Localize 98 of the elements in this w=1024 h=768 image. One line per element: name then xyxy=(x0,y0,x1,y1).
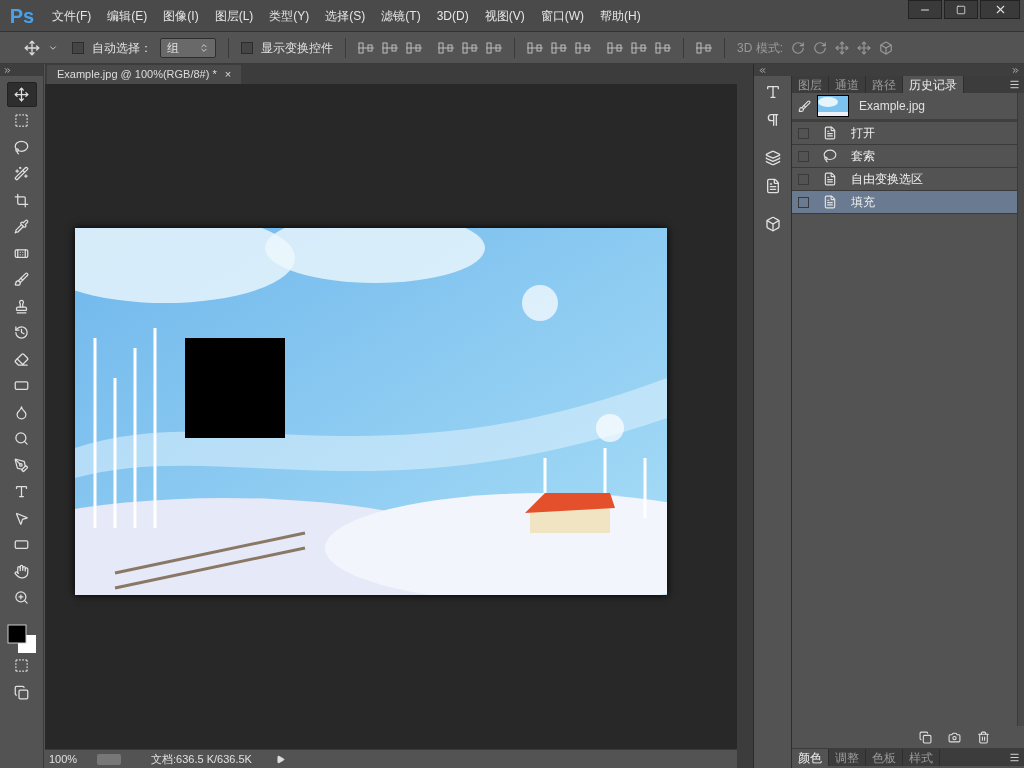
expand-icon[interactable] xyxy=(3,65,12,75)
document-icon xyxy=(823,172,837,186)
character-icon[interactable] xyxy=(764,84,781,100)
notes-icon[interactable] xyxy=(764,178,781,194)
drag-icon[interactable] xyxy=(835,40,849,55)
menu-item[interactable]: 图层(L) xyxy=(206,6,262,25)
eraser-icon xyxy=(14,351,29,367)
history-label: 套索 xyxy=(851,148,875,165)
menu-item[interactable]: 3D(D) xyxy=(428,6,477,25)
zoom-icon xyxy=(14,590,29,606)
checkbox[interactable] xyxy=(798,173,809,185)
menu-arrow-icon[interactable] xyxy=(275,754,285,764)
target-dropdown[interactable]: 组 xyxy=(160,37,216,58)
align-icon[interactable] xyxy=(382,40,398,55)
move-icon[interactable] xyxy=(24,39,40,56)
panel-tab[interactable]: 调整 xyxy=(829,749,866,766)
document-title: Example.jpg @ 100%(RGB/8#) * xyxy=(57,67,217,83)
stamp-icon xyxy=(14,298,29,314)
panel-menu-icon[interactable] xyxy=(1009,752,1020,763)
app-logo: Ps xyxy=(8,3,36,29)
maximize-icon xyxy=(956,4,966,15)
panel-tab[interactable]: 样式 xyxy=(903,749,940,766)
checkbox[interactable] xyxy=(798,150,809,162)
eyedropper-icon xyxy=(14,219,29,235)
show-transform-label: 显示变换控件 xyxy=(261,39,333,57)
rotate-icon[interactable] xyxy=(791,40,805,55)
roll-icon[interactable] xyxy=(813,40,827,55)
history-brush-icon[interactable] xyxy=(798,99,811,113)
history-entry[interactable]: 打开 xyxy=(792,122,1017,145)
trash-icon[interactable] xyxy=(977,730,990,744)
expand-icon[interactable] xyxy=(1011,65,1020,75)
history-entry[interactable]: 填充 xyxy=(792,191,1017,214)
document-size: 文档:636.5 K/636.5K xyxy=(151,751,252,767)
history-label: 打开 xyxy=(851,125,875,142)
menu-item[interactable]: 视图(V) xyxy=(476,6,533,25)
pen-icon xyxy=(14,457,29,473)
menu-item[interactable]: 选择(S) xyxy=(317,6,374,25)
checkbox[interactable] xyxy=(72,41,84,54)
minimize-button[interactable] xyxy=(908,0,942,19)
close-button[interactable] xyxy=(980,0,1020,19)
panel-menu-icon[interactable] xyxy=(1009,79,1020,90)
cube-icon[interactable] xyxy=(764,216,781,232)
tool-button[interactable] xyxy=(6,82,37,107)
snapshot-thumbnail xyxy=(817,95,849,117)
menu-item[interactable]: 帮助(H) xyxy=(592,6,649,25)
history-label: 填充 xyxy=(851,194,875,211)
panel-tab[interactable]: 历史记录 xyxy=(903,76,964,93)
align-icon[interactable] xyxy=(462,40,478,55)
type-icon xyxy=(14,484,29,500)
color-swatch-drawing[interactable] xyxy=(6,624,37,654)
align-icon[interactable] xyxy=(486,40,502,55)
menu-item[interactable]: 滤镜(T) xyxy=(373,6,429,25)
close-tab-button[interactable]: × xyxy=(224,66,232,83)
marquee-icon xyxy=(14,113,29,129)
history-brush-icon xyxy=(14,325,29,341)
align-icon[interactable] xyxy=(551,40,567,55)
scrollbar[interactable] xyxy=(737,64,753,768)
menu-item[interactable]: 编辑(E) xyxy=(99,6,156,25)
auto-select-label: 自动选择： xyxy=(92,39,152,57)
document-tab[interactable]: Example.jpg @ 100%(RGB/8#) * × xyxy=(47,65,242,84)
align-icon[interactable] xyxy=(607,40,623,55)
align-icon[interactable] xyxy=(655,40,671,55)
checkbox[interactable] xyxy=(241,41,253,54)
menu-item[interactable]: 图像(I) xyxy=(155,6,207,25)
history-entry[interactable]: 套索 xyxy=(792,145,1017,168)
menu-item[interactable]: 窗口(W) xyxy=(532,6,592,25)
crop-icon xyxy=(14,192,29,208)
hand-icon xyxy=(14,563,29,579)
zoom-level[interactable]: 100% xyxy=(49,750,87,768)
camera-icon[interactable] xyxy=(948,730,961,744)
brush-icon xyxy=(14,272,29,288)
align-icon[interactable] xyxy=(358,40,374,55)
panel-tab[interactable]: 色板 xyxy=(866,749,903,766)
align-icon[interactable] xyxy=(406,40,422,55)
menu-item[interactable]: 类型(Y) xyxy=(261,6,318,25)
align-icon[interactable] xyxy=(575,40,591,55)
align-icon[interactable] xyxy=(527,40,543,55)
wand-icon xyxy=(14,166,29,182)
history-label: 自由变换选区 xyxy=(851,171,923,188)
maximize-button[interactable] xyxy=(944,0,978,19)
lasso-icon xyxy=(823,149,837,163)
collapse-icon[interactable] xyxy=(758,65,767,75)
checkbox[interactable] xyxy=(798,196,809,208)
document-icon xyxy=(823,126,837,140)
drop-icon xyxy=(14,404,29,420)
3d-mode-label: 3D 模式: xyxy=(737,39,783,57)
align-icon[interactable] xyxy=(438,40,454,55)
lasso-icon xyxy=(14,139,29,155)
panel-tab[interactable]: 颜色 xyxy=(792,749,829,766)
align-icon[interactable] xyxy=(631,40,647,55)
spinner-icon xyxy=(199,42,209,53)
checkbox[interactable] xyxy=(798,127,809,139)
pointer-icon xyxy=(14,510,29,526)
snapshot-name[interactable]: Example.jpg xyxy=(859,97,926,115)
slide-icon[interactable] xyxy=(857,40,871,55)
align-icon[interactable] xyxy=(696,40,712,55)
menu-item[interactable]: 文件(F) xyxy=(44,6,100,25)
move-icon xyxy=(14,86,29,102)
